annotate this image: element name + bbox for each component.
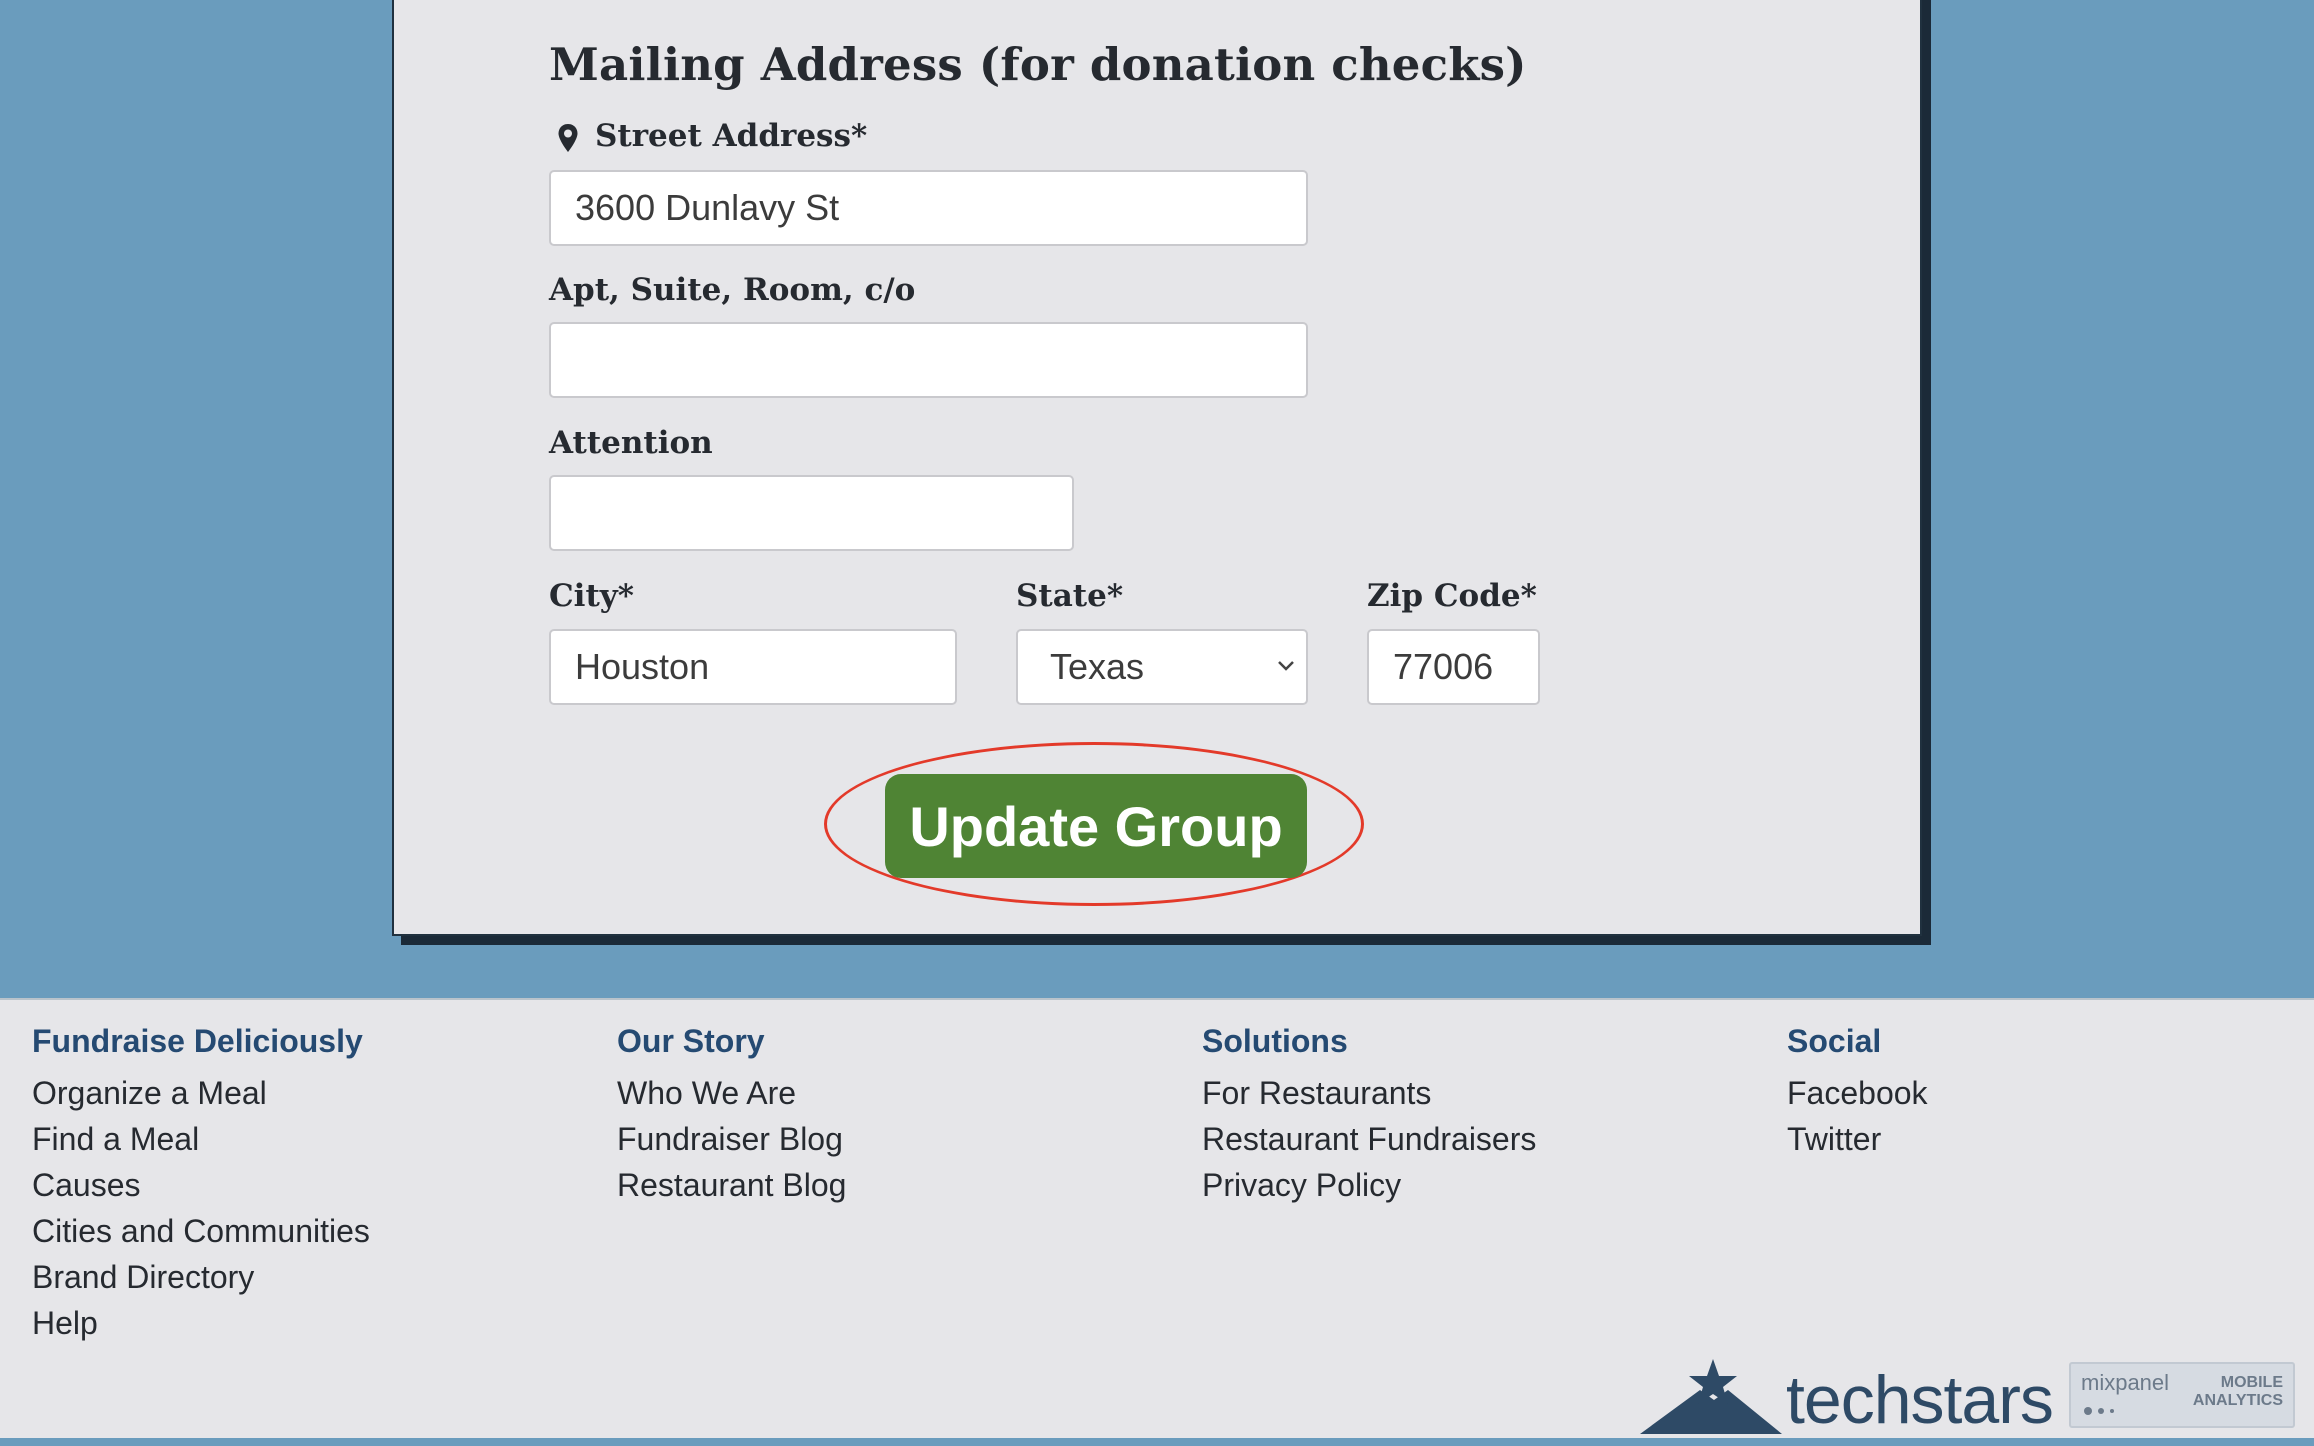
mixpanel-dots-icon xyxy=(2084,1407,2114,1415)
footer-link-help[interactable]: Help xyxy=(32,1300,370,1346)
footer-heading: Solutions xyxy=(1202,1023,1348,1059)
footer-column-our-story: Our Story Who We Are Fundraiser Blog Res… xyxy=(617,1022,846,1208)
footer-column-solutions: Solutions For Restaurants Restaurant Fun… xyxy=(1202,1022,1536,1208)
section-title: Mailing Address (for donation checks) xyxy=(549,38,1527,91)
footer-heading: Social xyxy=(1787,1023,1882,1059)
footer-heading: Our Story xyxy=(617,1023,765,1059)
state-select[interactable]: Texas xyxy=(1016,629,1308,705)
footer-link-organize-a-meal[interactable]: Organize a Meal xyxy=(32,1070,370,1116)
footer-link-restaurant-blog[interactable]: Restaurant Blog xyxy=(617,1162,846,1208)
apt-suite-input[interactable] xyxy=(549,322,1308,398)
update-group-button[interactable]: Update Group xyxy=(885,774,1307,878)
mixpanel-subtitle: MOBILE ANALYTICS xyxy=(2193,1374,2283,1410)
street-address-input[interactable] xyxy=(549,170,1308,246)
mixpanel-badge[interactable]: mixpanel MOBILE ANALYTICS xyxy=(2069,1362,2295,1428)
zip-code-input[interactable] xyxy=(1367,629,1540,705)
techstars-wordmark: techstars xyxy=(1786,1362,2054,1438)
footer-link-privacy-policy[interactable]: Privacy Policy xyxy=(1202,1162,1536,1208)
footer-link-restaurant-fundraisers[interactable]: Restaurant Fundraisers xyxy=(1202,1116,1536,1162)
street-address-label: Street Address* xyxy=(595,118,868,154)
state-selected-value: Texas xyxy=(1050,646,1145,687)
apt-suite-label: Apt, Suite, Room, c/o xyxy=(549,272,916,308)
chevron-down-icon xyxy=(1278,661,1294,671)
state-label: State* xyxy=(1016,578,1124,614)
map-pin-icon xyxy=(558,124,578,152)
footer-link-brand-directory[interactable]: Brand Directory xyxy=(32,1254,370,1300)
footer-link-who-we-are[interactable]: Who We Are xyxy=(617,1070,846,1116)
footer-link-cities[interactable]: Cities and Communities xyxy=(32,1208,370,1254)
footer-link-causes[interactable]: Causes xyxy=(32,1162,370,1208)
footer-link-find-a-meal[interactable]: Find a Meal xyxy=(32,1116,370,1162)
zip-code-label: Zip Code* xyxy=(1367,578,1537,614)
mixpanel-line2: ANALYTICS xyxy=(2192,1392,2283,1409)
mixpanel-line1: MOBILE xyxy=(2220,1374,2283,1391)
footer-link-twitter[interactable]: Twitter xyxy=(1787,1116,1928,1162)
footer-link-fundraiser-blog[interactable]: Fundraiser Blog xyxy=(617,1116,846,1162)
footer-link-facebook[interactable]: Facebook xyxy=(1787,1070,1928,1116)
bottom-bar xyxy=(0,1438,2314,1446)
attention-label: Attention xyxy=(549,425,713,461)
footer-heading: Fundraise Deliciously xyxy=(32,1023,363,1059)
attention-input[interactable] xyxy=(549,475,1074,551)
city-label: City* xyxy=(549,578,634,614)
mixpanel-name: mixpanel xyxy=(2081,1370,2170,1395)
footer-column-fundraise: Fundraise Deliciously Organize a Meal Fi… xyxy=(32,1022,370,1346)
footer-link-for-restaurants[interactable]: For Restaurants xyxy=(1202,1070,1536,1116)
footer-column-social: Social Facebook Twitter xyxy=(1787,1022,1928,1162)
city-input[interactable] xyxy=(549,629,957,705)
